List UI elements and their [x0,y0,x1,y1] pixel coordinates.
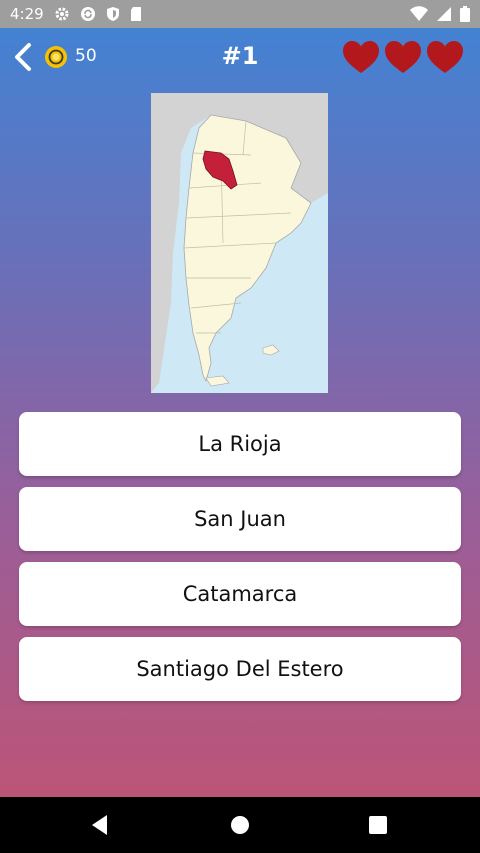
lives [342,40,464,74]
answer-option[interactable]: La Rioja [19,412,461,476]
answer-label: Catamarca [182,582,298,606]
recents-square-icon[interactable] [366,813,390,837]
heart-icon [385,41,421,73]
answer-option[interactable]: Catamarca [19,562,461,626]
answer-option[interactable]: San Juan [19,487,461,551]
answer-label: San Juan [194,507,286,531]
answer-label: Santiago Del Estero [136,657,344,681]
battery-icon [460,6,470,22]
answer-list: La Rioja San Juan Catamarca Santiago Del… [19,412,461,712]
answer-label: La Rioja [198,432,282,456]
sync-icon [81,7,95,21]
shield-icon [107,7,119,21]
back-triangle-icon[interactable] [88,813,112,837]
status-system-icons [410,6,470,22]
sd-card-icon [131,7,141,21]
province-map [151,93,328,393]
status-time: 4:29 [10,5,44,23]
heart-icon [343,41,379,73]
quiz-header: 50 #1 [0,28,480,86]
status-bar: 4:29 [0,0,480,28]
gear-icon [55,7,69,21]
answer-option[interactable]: Santiago Del Estero [19,637,461,701]
signal-icon [437,7,451,21]
status-notification-icons [54,6,142,22]
heart-icon [427,41,463,73]
wifi-icon [410,6,428,21]
home-circle-icon[interactable] [228,813,252,837]
argentina-map-image [151,93,328,393]
system-nav-bar [0,797,480,853]
